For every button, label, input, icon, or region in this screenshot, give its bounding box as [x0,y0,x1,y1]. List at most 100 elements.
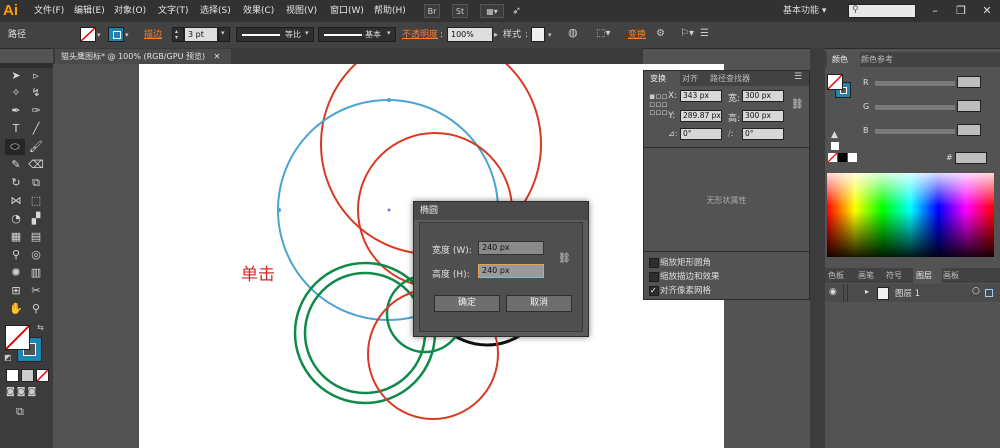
fill-swatch[interactable] [80,27,96,42]
opacity-label[interactable]: 不透明度 [402,29,438,41]
align-pixel-grid-checkbox[interactable]: ✓ [649,286,659,296]
workspace-switcher[interactable]: 基本功能 ▾ [783,3,845,19]
arrange-documents-icon[interactable]: ▦▾ [480,4,504,18]
slice-tool-icon[interactable]: ✂ [27,283,45,299]
menu-view[interactable]: 视图(V) [286,4,317,18]
variable-width-profile[interactable]: 等比 ▾ [236,27,314,42]
stroke-swatch[interactable] [108,27,124,42]
shear-input[interactable]: 0° [742,128,784,140]
column-graph-tool-icon[interactable]: ▥ [27,265,45,281]
web-safe-icon[interactable] [831,142,839,150]
b-value[interactable] [957,124,981,136]
rotate-input[interactable]: 0° [680,128,722,140]
style-dropdown-icon[interactable]: ▾ [548,29,552,41]
tab-align[interactable]: 对齐 [680,71,710,86]
b-slider[interactable] [875,129,955,134]
g-slider[interactable] [875,105,955,110]
reference-point-icon[interactable]: ▪▫▫ ▫▫▫ ▫▫▫ [649,93,667,118]
pencil-tool-icon[interactable]: ✎ [7,157,25,173]
w-input[interactable]: 300 px [742,90,784,102]
shape-builder-tool-icon[interactable]: ◔ [7,211,25,227]
tab-swatches[interactable]: 色板 [828,268,852,283]
type-tool-icon[interactable]: T [7,121,25,137]
restore-button[interactable]: ❐ [952,3,970,19]
scale-strokes-checkbox[interactable] [649,272,659,282]
layer-row[interactable]: ◉ ▸ 图层 1 ○ [825,284,1000,302]
stroke-weight-stepper[interactable]: ▴ ▾ [172,27,184,42]
help-search-input[interactable]: ⚲ [848,4,916,18]
blend-tool-icon[interactable]: ◎ [27,247,45,263]
opacity-input[interactable]: 100% [447,27,493,42]
artboard-tool-icon[interactable]: ⊞ [7,283,25,299]
selection-indicator[interactable] [985,289,993,297]
panel-menu-icon[interactable]: ☰ [794,72,802,82]
document-tab[interactable]: 猫头鹰图标* @ 100% (RGB/GPU 预览) ✕ [55,49,231,64]
ok-button[interactable]: 确定 [434,295,500,312]
color-mode-icon[interactable] [6,369,19,382]
tab-symbols[interactable]: 符号 [886,268,910,283]
free-transform-tool-icon[interactable]: ⬚ [27,193,45,209]
tab-artboards[interactable]: 画板 [943,268,969,283]
tab-color-guide[interactable]: 颜色参考 [861,52,911,67]
rotate-tool-icon[interactable]: ↻ [7,175,25,191]
brush-definition[interactable]: 基本 ▾ [318,27,396,42]
scale-corners-checkbox[interactable] [649,258,659,268]
visibility-eye-icon[interactable]: ◉ [829,287,837,297]
width-tool-icon[interactable]: ⋈ [7,193,25,209]
mesh-tool-icon[interactable]: ▦ [7,229,25,245]
gpu-rocket-icon[interactable]: ➶ [512,4,521,17]
fill-dropdown-icon[interactable]: ▾ [97,29,101,41]
tab-color[interactable]: 颜色 [827,52,860,67]
menu-file[interactable]: 文件(F) [34,4,64,18]
scale-tool-icon[interactable]: ⧉ [27,175,45,191]
stroke-color-dropdown-icon[interactable]: ▾ [125,29,129,41]
gradient-mode-icon[interactable] [21,369,34,382]
menu-effect[interactable]: 效果(C) [243,4,274,18]
pen-tool-icon[interactable]: ✒ [7,103,25,119]
symbol-sprayer-tool-icon[interactable]: ✺ [7,265,25,281]
stroke-weight-input[interactable]: 3 pt [184,27,218,42]
target-icon[interactable]: ○ [972,286,980,296]
canvas[interactable] [53,64,726,448]
constrain-proportions-icon[interactable]: ⛓ [791,99,804,110]
transform-link[interactable]: 变换 [628,29,646,41]
default-fill-stroke-icon[interactable]: ◩ [4,353,12,362]
eyedropper-tool-icon[interactable]: ⚲ [7,247,25,263]
direct-selection-tool-icon[interactable]: ▹ [27,68,45,84]
selection-tool-icon[interactable]: ➤ [7,68,25,84]
align-icon[interactable]: ⬚▾ [596,28,610,40]
tab-transform[interactable]: 变换 [644,71,680,86]
gradient-tool-icon[interactable]: ▤ [27,229,45,245]
paintbrush-tool-icon[interactable]: 🖌 [27,139,45,155]
color-spectrum[interactable] [827,173,994,257]
transform-each-icon[interactable]: ⚙ [656,28,665,40]
eraser-tool-icon[interactable]: ⌫ [27,157,45,173]
document-tab-close-icon[interactable]: ✕ [214,52,221,61]
line-segment-tool-icon[interactable]: ╱ [27,121,45,137]
y-input[interactable]: 289.87 px [680,110,722,122]
anchor-point[interactable] [277,208,281,212]
tab-pathfinder[interactable]: 路径查找器 [710,71,770,86]
stroke-label[interactable]: 描边 [144,29,162,41]
screen-mode-icon[interactable]: ⧉ [16,405,24,419]
h-input[interactable]: 300 px [742,110,784,122]
hand-tool-icon[interactable]: ✋ [7,301,25,317]
bridge-button[interactable]: Br [424,4,440,18]
menu-window[interactable]: 窗口(W) [330,4,364,18]
r-value[interactable] [957,76,981,88]
anchor-point[interactable] [387,98,391,102]
curvature-tool-icon[interactable]: ✑ [27,103,45,119]
none-mode-icon[interactable] [36,369,49,382]
cancel-button[interactable]: 取消 [506,295,572,312]
isolate-icon[interactable]: ⚐▾ [680,28,694,40]
green-circle-inner[interactable] [303,271,427,395]
panel-menu-icon[interactable]: ☰ [700,28,709,40]
minimize-button[interactable]: – [926,3,944,19]
tab-layers[interactable]: 图层 [913,268,942,283]
menu-type[interactable]: 文字(T) [158,4,189,18]
swap-fill-stroke-icon[interactable]: ⇆ [37,323,44,332]
graphic-style-swatch[interactable] [531,27,545,42]
stock-button[interactable]: St [452,4,468,18]
opacity-arrow-icon[interactable]: ▸ [494,29,498,41]
lasso-tool-icon[interactable]: ↯ [27,85,45,101]
